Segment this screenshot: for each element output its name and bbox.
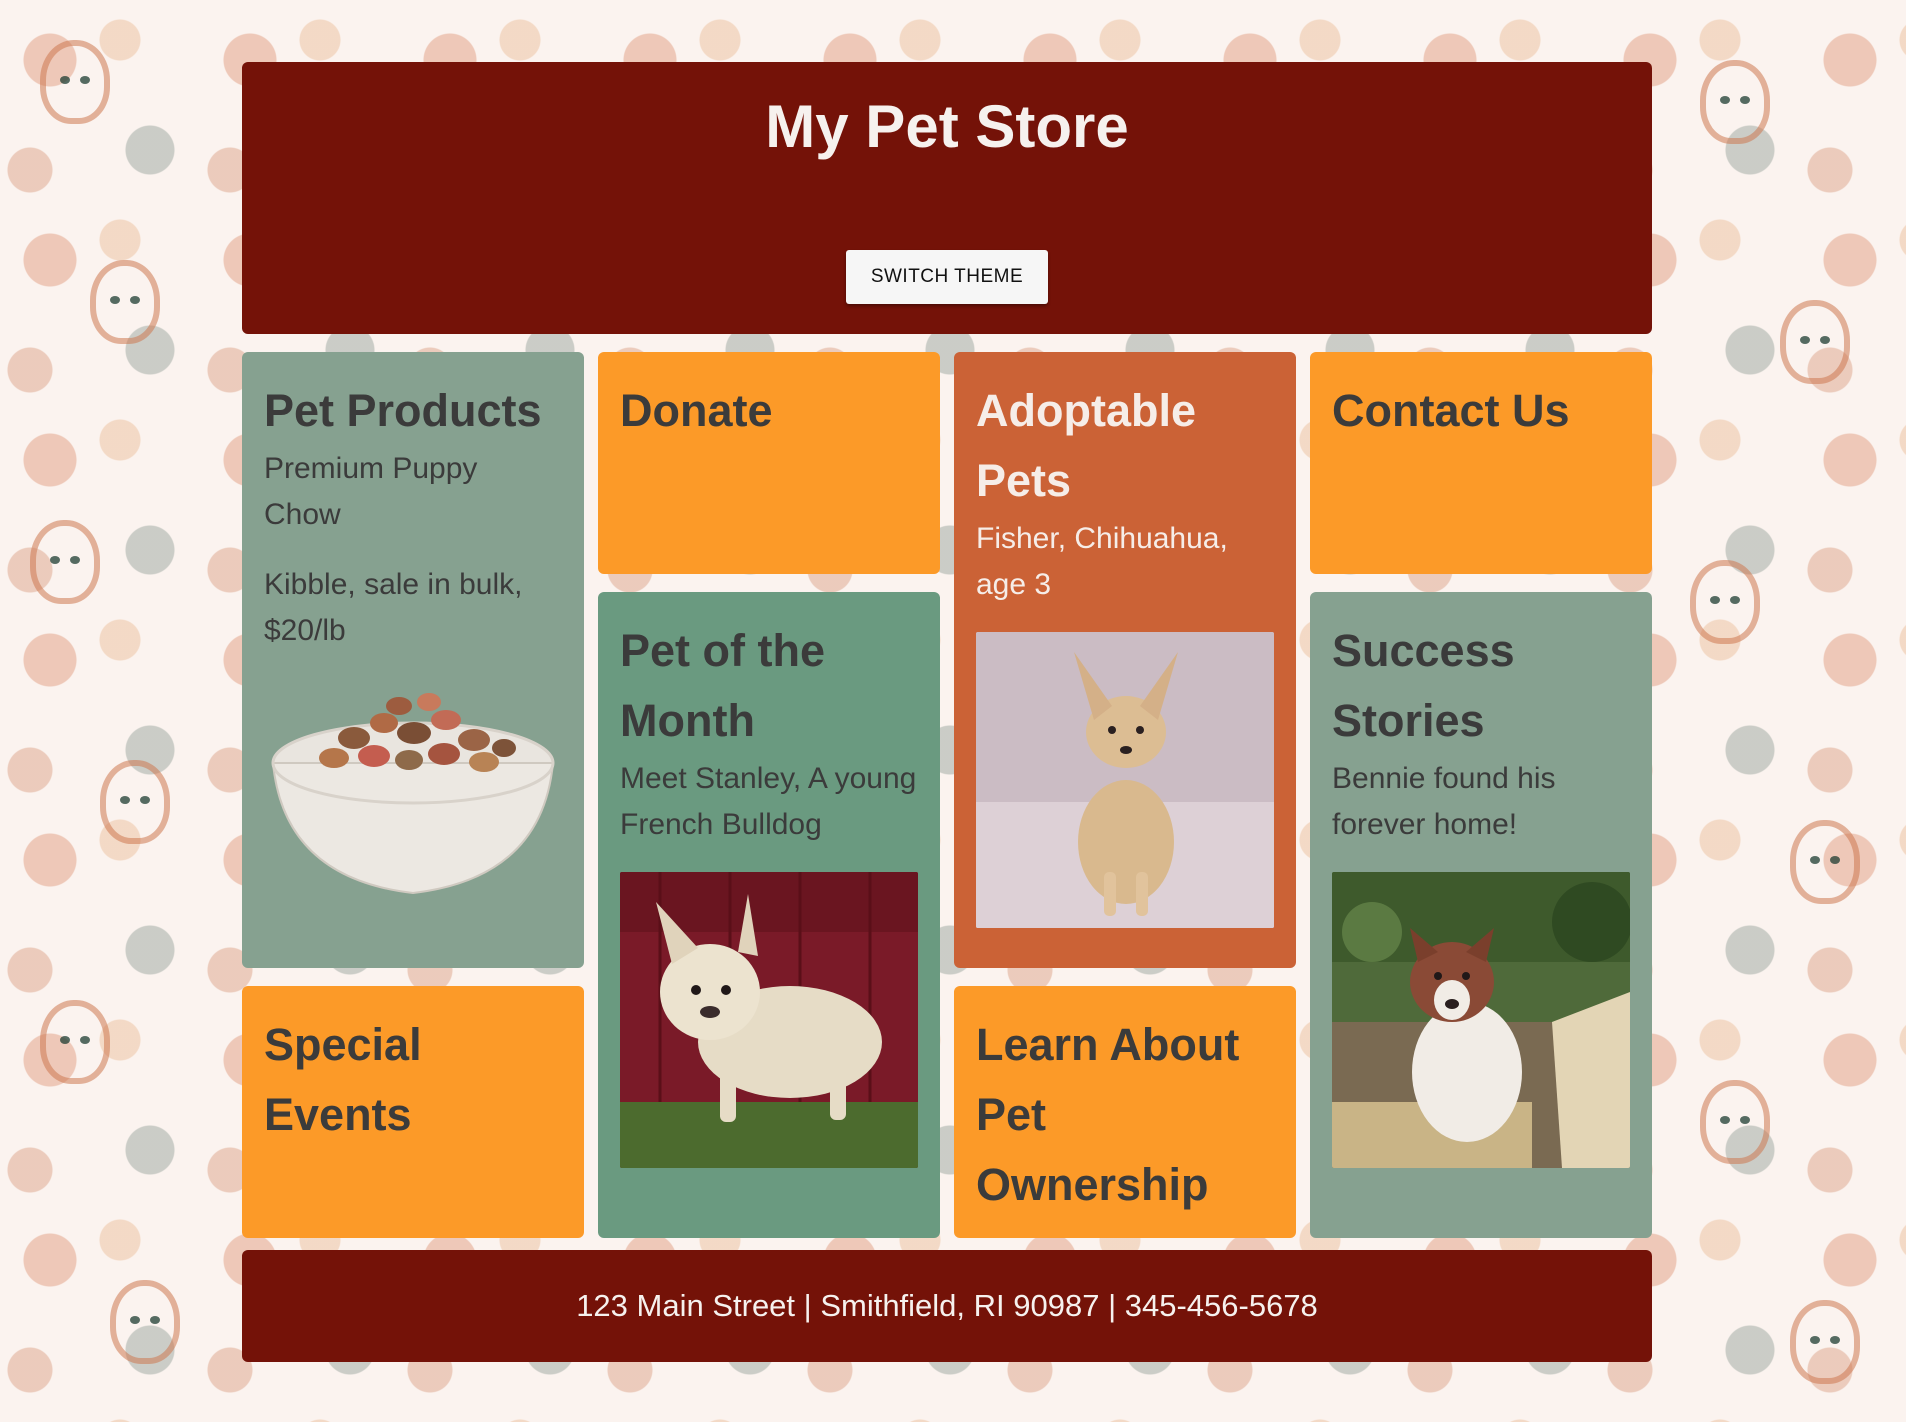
french-bulldog-photo	[620, 872, 918, 1168]
dog-face-icon	[40, 40, 110, 124]
adoptable-pets-card[interactable]: Adoptable Pets Fisher, Chihuahua, age 3	[954, 352, 1296, 968]
pet-products-card[interactable]: Pet Products Premium Puppy Chow Kibble, …	[242, 352, 584, 968]
kibble-bowl-image	[264, 678, 562, 908]
pet-of-the-month-card[interactable]: Pet of the Month Meet Stanley, A young F…	[598, 592, 940, 1238]
product-name: Premium Puppy Chow	[264, 452, 478, 531]
card-title: Donate	[620, 385, 773, 436]
card-title: Pet of the Month	[620, 625, 826, 746]
dog-face-icon	[1780, 300, 1850, 384]
card-title: Pet Products	[264, 385, 542, 436]
card-title: Contact Us	[1332, 385, 1570, 436]
contact-us-card[interactable]: Contact Us	[1310, 352, 1652, 574]
dog-face-icon	[40, 1000, 110, 1084]
chihuahua-photo	[976, 632, 1274, 928]
pet-description: Meet Stanley, A young French Bulldog	[620, 762, 917, 841]
special-events-card[interactable]: Special Events	[242, 986, 584, 1238]
card-title: Special Events	[264, 1019, 422, 1140]
page-container: My Pet Store SWITCH THEME Pet Products P…	[242, 62, 1652, 1362]
card-title: Adoptable Pets	[976, 385, 1196, 506]
site-footer: 123 Main Street | Smithfield, RI 90987 |…	[242, 1250, 1652, 1362]
card-title: Success Stories	[1332, 625, 1515, 746]
dog-face-icon	[1690, 560, 1760, 644]
card-title: Learn About Pet Ownership	[976, 1019, 1240, 1210]
dog-face-icon	[1790, 820, 1860, 904]
card-grid: Pet Products Premium Puppy Chow Kibble, …	[242, 334, 1652, 1238]
bennie-dog-photo	[1332, 872, 1630, 1168]
dog-face-icon	[100, 760, 170, 844]
dog-face-icon	[1700, 60, 1770, 144]
product-description: Kibble, sale in bulk, $20/lb	[264, 568, 523, 647]
dog-face-icon	[90, 260, 160, 344]
site-title: My Pet Store	[765, 93, 1129, 160]
pet-description: Fisher, Chihuahua, age 3	[976, 522, 1228, 601]
dog-face-icon	[110, 1280, 180, 1364]
site-header: My Pet Store SWITCH THEME	[242, 62, 1652, 334]
dog-face-icon	[1790, 1300, 1860, 1384]
switch-theme-button[interactable]: SWITCH THEME	[846, 250, 1048, 304]
learn-pet-ownership-card[interactable]: Learn About Pet Ownership	[954, 986, 1296, 1238]
dog-face-icon	[30, 520, 100, 604]
success-stories-card[interactable]: Success Stories Bennie found his forever…	[1310, 592, 1652, 1238]
donate-card[interactable]: Donate	[598, 352, 940, 574]
story-description: Bennie found his forever home!	[1332, 762, 1556, 841]
footer-address: 123 Main Street | Smithfield, RI 90987 |…	[576, 1288, 1318, 1323]
dog-face-icon	[1700, 1080, 1770, 1164]
